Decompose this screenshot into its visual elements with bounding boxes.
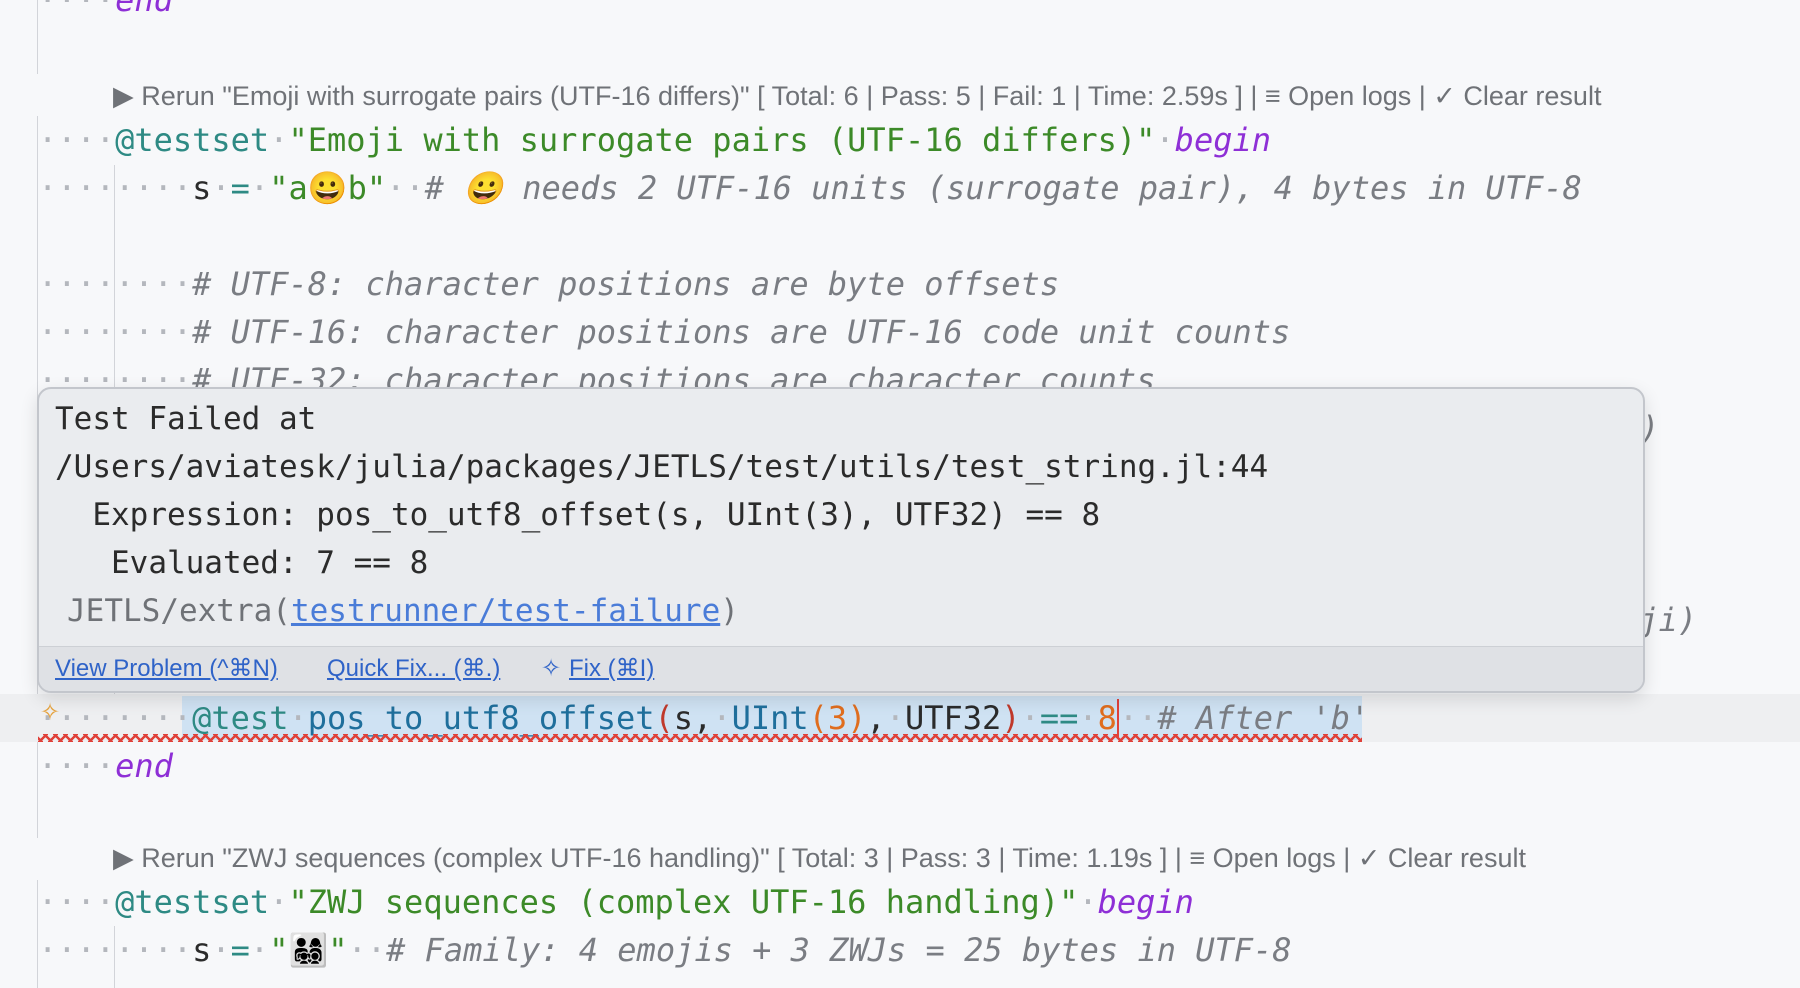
rerun-link[interactable]: ▶ Rerun "ZWJ sequences (complex UTF-16 h… [113, 843, 770, 873]
variable-s: s [192, 169, 212, 207]
code-line: ········s·=·"👨‍👩‍👧‍👦"··# Family: 4 emoji… [38, 931, 1292, 969]
eq-op: == [1039, 699, 1079, 737]
testset-name: "Emoji with surrogate pairs (UTF-16 diff… [288, 121, 1156, 159]
code-comment: # UTF-16: character positions are UTF-16… [192, 313, 1291, 351]
diagnostic-line: Expression: pos_to_utf8_offset(s, UInt(3… [55, 497, 1101, 533]
diagnostic-line: /Users/aviatesk/julia/packages/JETLS/tes… [55, 449, 1269, 485]
number-literal: 3 [827, 699, 848, 737]
macro-testset: @testset [115, 121, 270, 159]
sparkle-icon: ✧ [541, 655, 562, 682]
code-line: ····end [38, 747, 173, 785]
macro-test: @test [192, 699, 289, 737]
code-comment: # After 'b' [1157, 699, 1370, 737]
code-comment: # 😀 needs 2 UTF-16 units (surrogate pair… [424, 169, 1582, 207]
testset-name: "ZWJ sequences (complex UTF-16 handling)… [288, 883, 1079, 921]
diagnostic-line: Evaluated: 7 == 8 [55, 545, 429, 581]
macro-testset: @testset [115, 883, 270, 921]
diagnostic-message: Test Failed at/Users/aviatesk/julia/pack… [55, 395, 1627, 587]
quick-fix-link[interactable]: Quick Fix... (⌘.) [327, 647, 500, 691]
keyword-begin: begin [1097, 883, 1194, 921]
codelens-separator: | [1335, 843, 1358, 873]
keyword-begin: begin [1174, 121, 1271, 159]
code-line: ····@testset·"ZWJ sequences (complex UTF… [38, 883, 1194, 921]
popup-action-bar: View Problem (^⌘N) Quick Fix... (⌘.) ✧ F… [39, 646, 1643, 691]
code-line: ····@testset·"Emoji with surrogate pairs… [38, 121, 1271, 159]
code-line: ········s·=·"a😀b"··# 😀 needs 2 UTF-16 un… [38, 169, 1582, 207]
diagnostic-source: JETLS/extra(testrunner/test-failure) [67, 593, 739, 629]
test-codelens: ▶ Rerun "Emoji with surrogate pairs (UTF… [113, 76, 1601, 116]
codelens-separator: | [1411, 81, 1434, 111]
test-stats: [ Total: 6 | Pass: 5 | Fail: 1 | Time: 2… [749, 81, 1265, 111]
variable-s: s [192, 931, 212, 969]
diagnostic-hover-popup: Test Failed at/Users/aviatesk/julia/pack… [37, 387, 1645, 693]
code-comment: # Family: 4 emojis + 3 ZWJs = 25 bytes i… [386, 931, 1292, 969]
fix-link[interactable]: Fix (⌘I) [569, 647, 654, 691]
assign-op: = [230, 931, 250, 969]
code-line: ········# UTF-8: character positions are… [38, 265, 1060, 303]
code-fragment: ) [1640, 409, 1660, 447]
type-uint: UInt [731, 699, 809, 737]
string-literal: "👨‍👩‍👧‍👦" [269, 931, 348, 969]
code-comment: # UTF-8: character positions are byte of… [192, 265, 1060, 303]
open-logs-link[interactable]: ≡ Open logs [1265, 81, 1411, 111]
arg-s: s, [673, 699, 713, 737]
function-call: pos_to_utf8_offset [307, 699, 655, 737]
rerun-link[interactable]: ▶ Rerun "Emoji with surrogate pairs (UTF… [113, 81, 750, 111]
error-squiggle [38, 734, 1362, 742]
open-logs-link[interactable]: ≡ Open logs [1189, 843, 1335, 873]
code-line: ····end [38, 0, 1800, 24]
diagnostic-code-link[interactable]: testrunner/test-failure [291, 593, 720, 629]
lightbulb-icon[interactable]: ✧ [40, 694, 68, 730]
assign-op: = [230, 169, 250, 207]
view-problem-link[interactable]: View Problem (^⌘N) [55, 647, 278, 691]
keyword-end: end [115, 0, 173, 19]
string-literal: "a😀b" [269, 169, 387, 207]
code-fragment: oji) [1620, 601, 1698, 639]
test-stats: [ Total: 3 | Pass: 3 | Time: 1.19s ] | [769, 843, 1190, 873]
diagnostic-line: Test Failed at [55, 401, 317, 437]
clear-result-link[interactable]: ✓ Clear result [1358, 843, 1526, 873]
keyword-end: end [115, 747, 173, 785]
code-line: ········# UTF-16: character positions ar… [38, 313, 1291, 351]
test-codelens: ▶ Rerun "ZWJ sequences (complex UTF-16 h… [113, 838, 1526, 878]
number-literal: 8 [1097, 699, 1117, 737]
code-editor[interactable]: ····end ▶ Rerun "Emoji with surrogate pa… [0, 0, 1800, 988]
type-utf32: UTF32 [904, 699, 1002, 737]
clear-result-link[interactable]: ✓ Clear result [1433, 81, 1601, 111]
